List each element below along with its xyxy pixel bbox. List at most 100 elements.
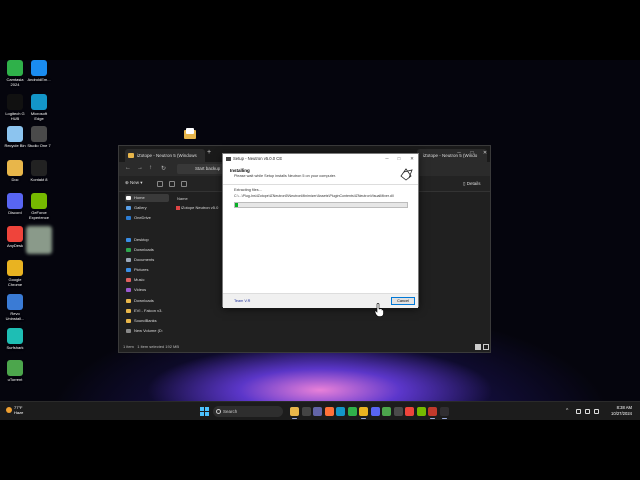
maximize-icon[interactable]: □ (468, 149, 476, 157)
setup-close-icon[interactable]: ✕ (408, 155, 416, 163)
desktop-icon[interactable]: Kontakt 8 (26, 160, 52, 182)
sidebar-item[interactable]: Desktop (125, 236, 169, 244)
utorrent-taskbar-icon[interactable] (382, 407, 391, 416)
desktop-icon[interactable]: Camtasia 2024 (2, 60, 28, 87)
app-icon (7, 226, 23, 242)
desktop-icon[interactable]: Logitech G HUB (2, 94, 28, 121)
desktop-icon[interactable]: uTorrent (2, 360, 28, 382)
sidebar-item[interactable]: SoundBanks (125, 317, 169, 325)
desktop-icon-label: Logitech G HUB (5, 111, 25, 121)
refresh-icon[interactable]: ↻ (161, 165, 166, 172)
status-count: 1 item (123, 344, 134, 349)
desktop-icon[interactable]: Studio One 7 (26, 126, 52, 148)
desktop-icon[interactable]: Google Chrome (2, 260, 28, 287)
setup-dialog[interactable]: Setup - Neutron v5.0.0 CE ─ □ ✕ Installi… (222, 153, 419, 308)
discord-taskbar-icon[interactable] (370, 407, 380, 416)
setup-taskbar-icon[interactable] (428, 407, 437, 419)
tiles-view-icon[interactable] (483, 344, 489, 350)
obs-taskbar-icon[interactable] (439, 407, 449, 419)
floating-folder-icon[interactable] (184, 128, 196, 139)
edge-taskbar-icon[interactable] (336, 407, 345, 416)
sidebar-item-label: SoundBanks (134, 318, 157, 323)
chrome-taskbar-icon[interactable] (359, 407, 368, 419)
desktop-icon[interactable]: Recycle Bin (2, 126, 28, 148)
sidebar-item[interactable]: OneDrive (125, 214, 169, 222)
taskbar-clock[interactable]: 8:38 AM 10/27/2024 (604, 405, 632, 417)
desktop-icon-label: Surfshark (6, 345, 24, 350)
setup-header: Installing Please wait while Setup insta… (223, 164, 418, 185)
windows-start-icon[interactable] (200, 407, 209, 416)
forward-icon[interactable]: → (137, 165, 143, 171)
desktop-icon-label: Camtasia 2024 (6, 77, 24, 87)
anydesk-taskbar-icon[interactable] (405, 407, 414, 416)
folder-icon (126, 268, 131, 272)
minimize-icon[interactable]: ─ (455, 149, 463, 157)
explorer-tab-2[interactable]: iZotope - Neutron 5 (Windo (417, 149, 487, 162)
sidebar-item[interactable]: Videos (125, 286, 169, 294)
sidebar-item[interactable]: Pictures (125, 266, 169, 274)
desktop-icon[interactable]: Surfshark (2, 328, 28, 350)
column-header-name[interactable]: Name (177, 196, 188, 201)
setup-app-icon (226, 157, 231, 161)
close-icon[interactable]: ✕ (481, 149, 489, 157)
tray-chevron-icon[interactable]: ^ (566, 408, 568, 414)
desktop-icon[interactable]: Doc (2, 160, 28, 182)
desktop-icon[interactable]: Microsoft Edge (26, 94, 52, 121)
sidebar-item-label: Home (134, 195, 145, 200)
search-placeholder: Search (223, 409, 238, 414)
letterbox-top (0, 0, 640, 60)
app-icon (7, 160, 23, 176)
file-explorer-taskbar-icon[interactable] (290, 407, 299, 419)
sidebar-item-label: Downloads (134, 247, 154, 252)
details-view-icon[interactable] (475, 344, 481, 350)
weather-text: Haze (14, 410, 24, 415)
up-icon[interactable]: ↑ (149, 165, 152, 171)
desktop-icon-label: uTorrent (7, 377, 23, 382)
sidebar-item[interactable]: New Volume (D: (125, 327, 169, 335)
cancel-button[interactable]: Cancel (391, 297, 415, 305)
sidebar-item[interactable]: Gallery (125, 204, 169, 212)
desktop-icon[interactable] (26, 226, 52, 255)
desktop-icon[interactable]: AnyDesk (2, 226, 28, 248)
desktop-icon[interactable]: Discord (2, 193, 28, 215)
studio-one-taskbar-icon[interactable] (393, 407, 403, 416)
paste-icon[interactable] (181, 181, 187, 187)
network-icon[interactable] (576, 409, 581, 414)
taskbar-search-box[interactable]: Search (213, 406, 283, 417)
teams-taskbar-icon[interactable] (313, 407, 322, 416)
folder-icon (126, 206, 131, 210)
camtasia-taskbar-icon[interactable] (347, 407, 357, 416)
sidebar-item-label: Pictures (134, 267, 149, 272)
firefox-taskbar-icon[interactable] (324, 407, 334, 416)
battery-icon[interactable] (594, 409, 599, 414)
geforce-taskbar-icon[interactable] (416, 407, 426, 416)
sidebar-item[interactable]: Music (125, 276, 169, 284)
neutron-logo-icon (400, 168, 413, 181)
copy-icon[interactable] (169, 181, 175, 187)
desktop-icon[interactable]: GeForce Experience (26, 193, 52, 220)
new-button[interactable]: ⊕ New ▾ (125, 180, 143, 186)
setup-body: Extracting files... C:\...\Plug-Ins\iZot… (223, 185, 418, 293)
desktop-icon-label: Studio One 7 (27, 143, 51, 148)
volume-icon[interactable] (585, 409, 590, 414)
sidebar-item[interactable]: Documents (125, 256, 169, 264)
app-icon (7, 360, 23, 376)
sidebar-item[interactable]: Downloads (125, 297, 169, 305)
setup-minimize-icon[interactable]: ─ (383, 155, 391, 163)
folder-icon (126, 238, 131, 242)
explorer-tab[interactable]: iZotope - Neutron 5 (Windows (125, 149, 205, 162)
desktop-icon[interactable]: AndroidEm... (26, 60, 52, 82)
weather-widget[interactable]: 77°F Haze (6, 405, 23, 415)
new-tab-button[interactable]: + (207, 149, 211, 156)
details-button[interactable]: ▯ Details (463, 181, 481, 187)
desktop-icon-label: GeForce Experience (28, 210, 49, 220)
terminal-taskbar-icon[interactable] (301, 407, 311, 416)
setup-maximize-icon[interactable]: □ (395, 155, 403, 163)
sidebar-item[interactable]: Home (125, 194, 169, 202)
cut-icon[interactable] (157, 181, 163, 187)
sidebar-item[interactable]: EVI - Falcon v3. (125, 307, 169, 315)
sidebar-item[interactable]: Downloads (125, 246, 169, 254)
back-icon[interactable]: ← (125, 165, 131, 171)
desktop-icon[interactable]: Revo Uninstall... (2, 294, 28, 321)
folder-icon (126, 258, 131, 262)
